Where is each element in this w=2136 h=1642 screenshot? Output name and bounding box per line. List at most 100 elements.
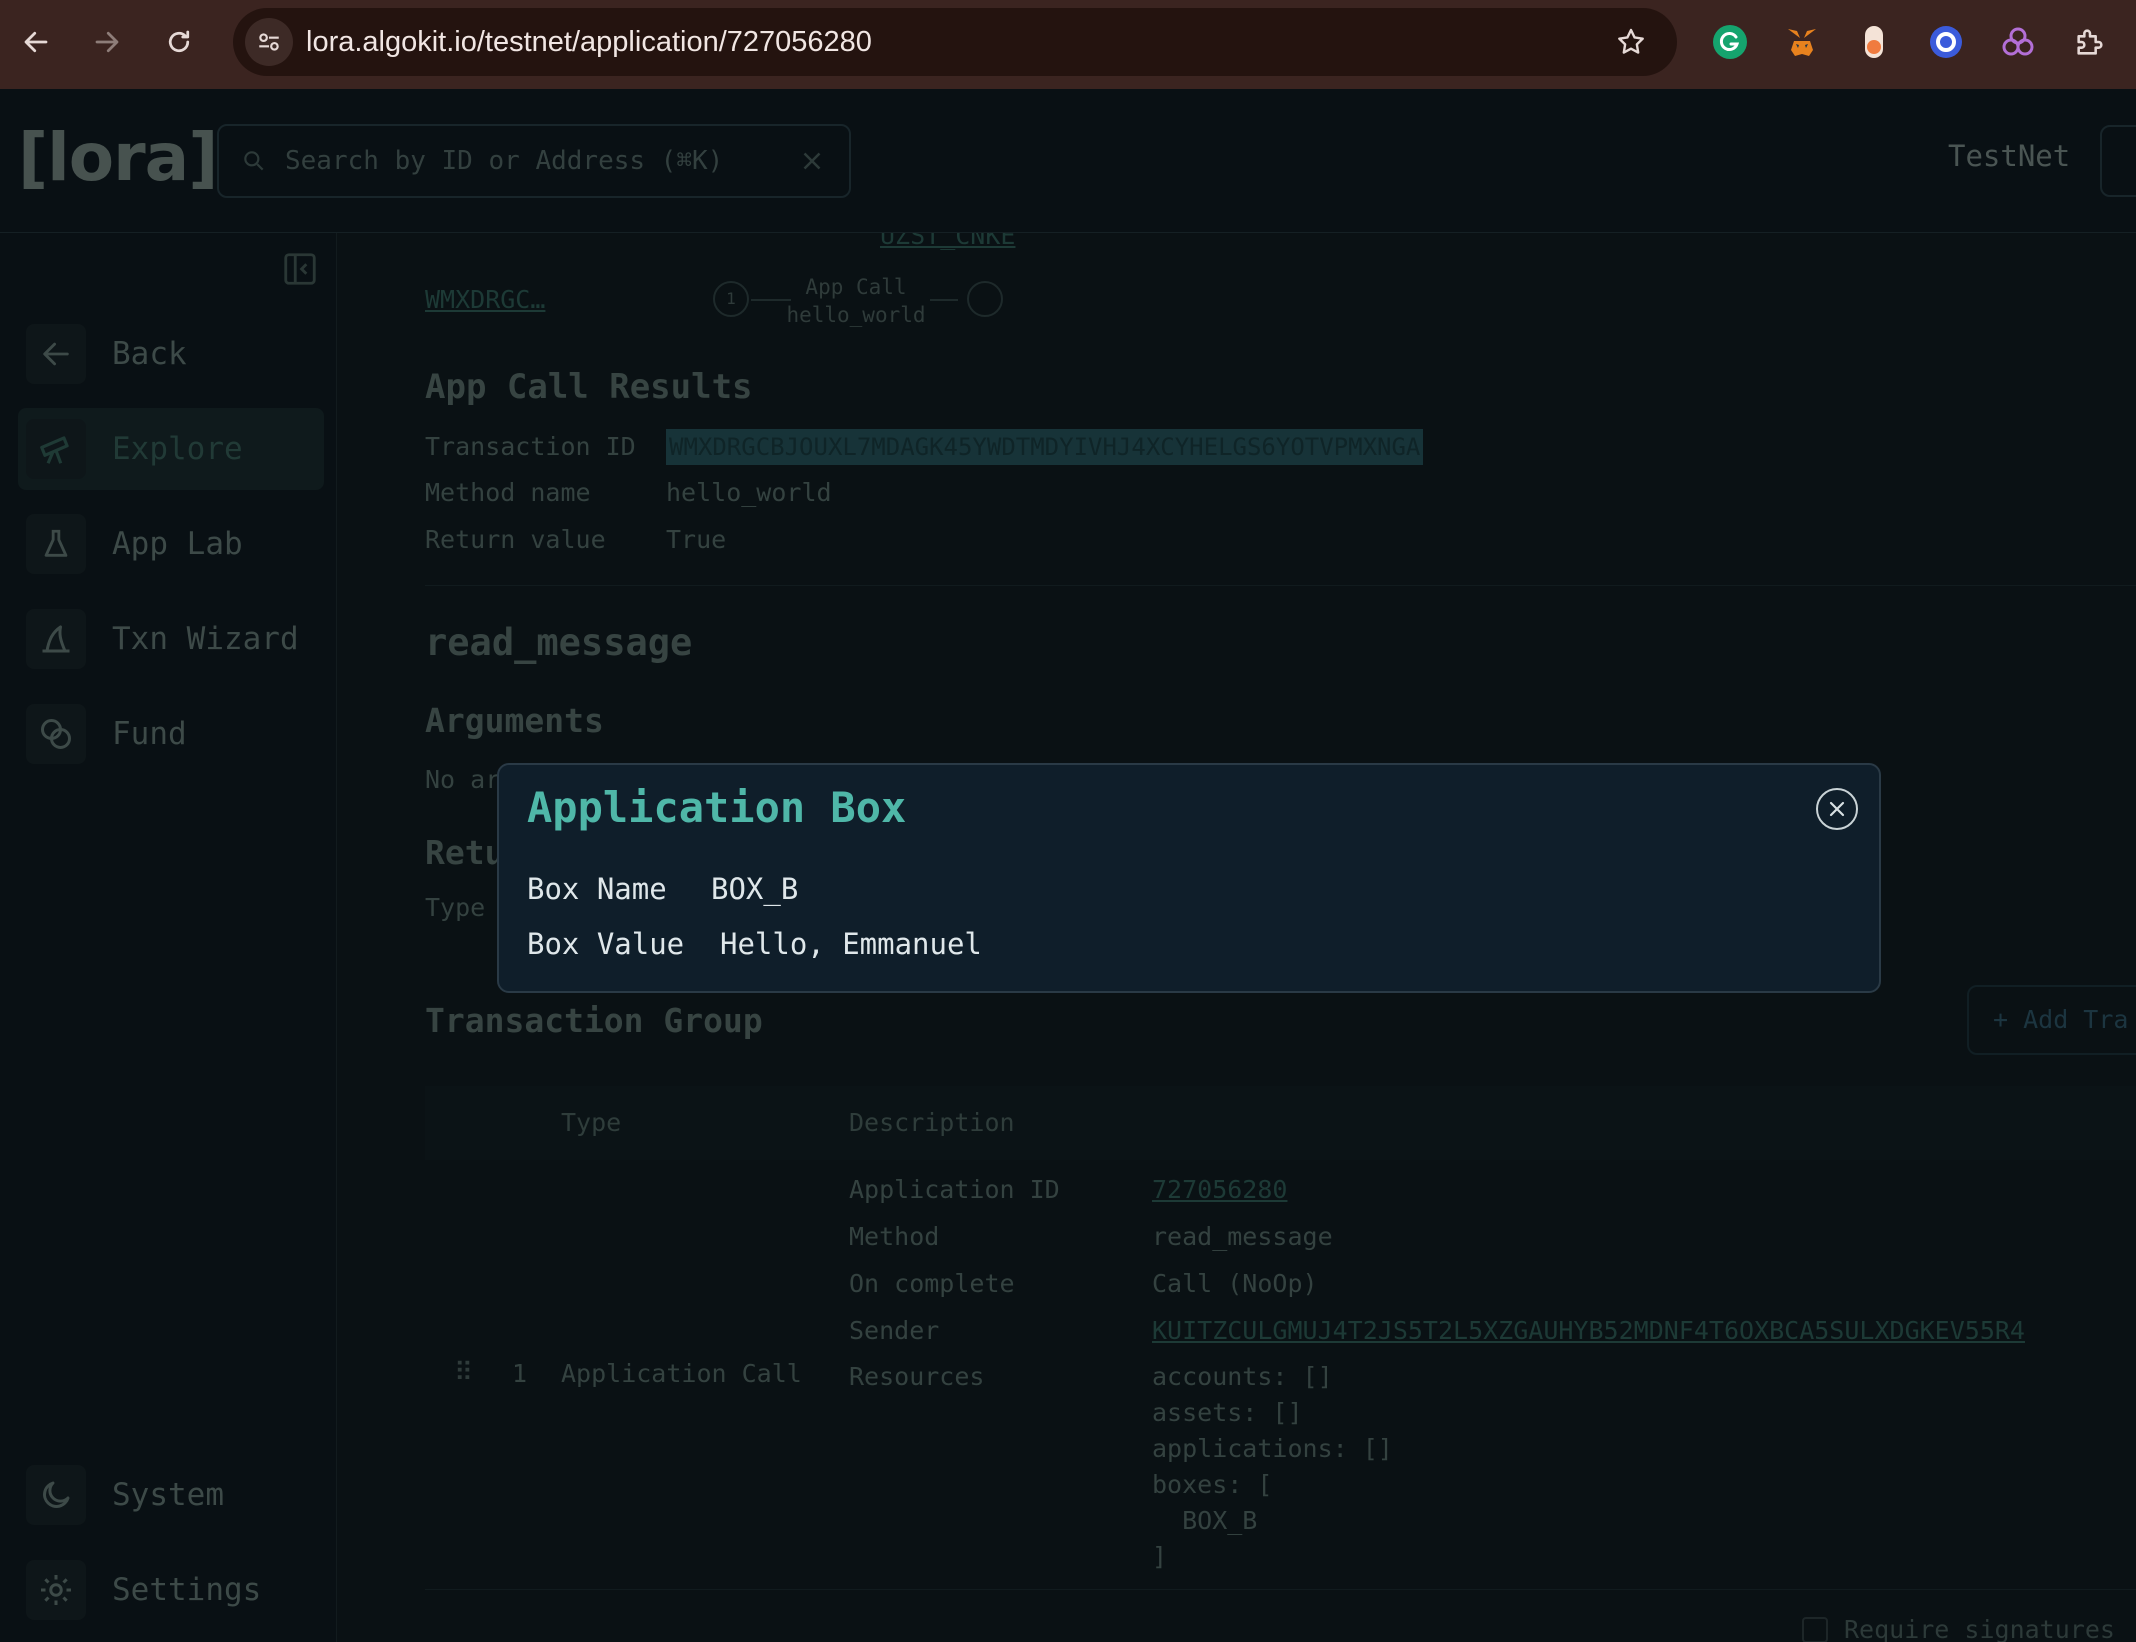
drag-handle-icon[interactable]: ⠿ — [454, 1358, 473, 1388]
sidebar-item-fund[interactable]: Fund — [18, 693, 324, 775]
back-arrow-icon[interactable] — [14, 20, 58, 64]
sidebar-item-label: Explore — [112, 431, 243, 467]
detail-label: Application ID — [849, 1175, 1060, 1204]
sidebar: Back Explore App Lab Txn Wizard Fund Sys… — [0, 233, 337, 1642]
resource-line: assets: [] — [1152, 1398, 1303, 1427]
box-name-label: Box Name — [527, 872, 667, 906]
sidebar-item-app-lab[interactable]: App Lab — [18, 503, 324, 585]
address-bar[interactable]: lora.algokit.io/testnet/application/7270… — [233, 8, 1677, 76]
result-label: Transaction ID — [425, 432, 636, 461]
connect-wallet-button[interactable] — [2100, 125, 2136, 197]
sender-address-link[interactable]: KUITZCULGMUJ4T2JS5T2L5XZGAUHYB52MDNF4T6O… — [1152, 1316, 2025, 1345]
table-header: Type Description — [425, 1086, 2136, 1160]
row-index: 1 — [512, 1359, 528, 1388]
return-value: True — [666, 525, 727, 554]
box-name-value: BOX_B — [711, 872, 799, 906]
url-text[interactable]: lora.algokit.io/testnet/application/7270… — [306, 8, 872, 76]
sidebar-item-system[interactable]: System — [18, 1454, 324, 1536]
row-type: Application Call — [561, 1359, 802, 1388]
returns-text: Type — [425, 893, 486, 922]
app-header: [lora] Search by ID or Address (⌘K) Test… — [0, 89, 2136, 233]
collapse-sidebar-icon[interactable] — [281, 250, 319, 288]
resource-line: accounts: [] — [1152, 1362, 1333, 1391]
column-header: Description — [849, 1108, 1015, 1137]
flask-icon — [26, 514, 86, 574]
require-signatures-label: Require signatures — [1844, 1615, 2115, 1642]
detail-label: On complete — [849, 1269, 1015, 1298]
network-selector[interactable]: TestNet — [1948, 139, 2070, 173]
sidebar-item-label: Back — [112, 336, 187, 372]
search-input[interactable]: Search by ID or Address (⌘K) — [217, 124, 851, 198]
moon-icon — [26, 1465, 86, 1525]
dialog-title: Application Box — [527, 783, 907, 832]
close-icon[interactable] — [1816, 788, 1858, 830]
forward-arrow-icon[interactable] — [85, 20, 129, 64]
sidebar-item-label: Txn Wizard — [112, 621, 299, 657]
graph-edge-label: App Call hello_world — [786, 273, 926, 329]
detail-label: Sender — [849, 1316, 940, 1345]
resource-line: ] — [1152, 1542, 1168, 1571]
triple-ring-extension-icon[interactable] — [1998, 22, 2038, 62]
divider — [425, 1589, 2136, 1590]
circle-extension-icon[interactable] — [1926, 22, 1966, 62]
wizard-hat-icon — [26, 609, 86, 669]
edge-label-line: hello_world — [786, 303, 926, 327]
box-value-value: Hello, Emmanuel — [720, 927, 982, 961]
gear-icon — [26, 1560, 86, 1620]
method-title: read_message — [425, 621, 693, 664]
coins-icon — [26, 704, 86, 764]
arrow-left-icon — [26, 324, 86, 384]
grammarly-extension-icon[interactable] — [1710, 22, 1750, 62]
telescope-icon — [26, 419, 86, 479]
divider — [425, 585, 2136, 586]
account-link[interactable]: UZST_CNKE — [880, 233, 1015, 250]
arguments-text: No ar — [425, 765, 501, 794]
box-reference-link[interactable]: BOX_B — [1152, 1506, 1257, 1535]
column-header: Type — [561, 1108, 622, 1137]
extensions-puzzle-icon[interactable] — [2070, 22, 2110, 62]
reload-icon[interactable] — [157, 20, 201, 64]
sidebar-item-back[interactable]: Back — [18, 313, 324, 395]
box-value-label: Box Value — [527, 927, 685, 961]
sidebar-item-explore[interactable]: Explore — [18, 408, 324, 490]
site-settings-icon[interactable] — [245, 18, 293, 66]
result-label: Method name — [425, 478, 591, 507]
sender-link[interactable]: WMXDRGC… — [425, 285, 545, 314]
add-transaction-button[interactable]: + Add Tra — [1967, 985, 2136, 1055]
bookmark-star-icon[interactable] — [1615, 26, 1647, 58]
returns-title: Retu — [425, 833, 505, 872]
box-name-row: Box Name BOX_B — [527, 872, 798, 906]
browser-toolbar: lora.algokit.io/testnet/application/7270… — [0, 0, 2136, 89]
search-placeholder: Search by ID or Address (⌘K) — [285, 146, 724, 176]
resource-line: applications: [] — [1152, 1434, 1393, 1463]
transaction-id-value[interactable]: WMXDRGCBJOUXL7MDAGK45YWDTMDYIVHJ4XCYHELG… — [666, 429, 1424, 465]
sidebar-item-label: Fund — [112, 716, 187, 752]
detail-value: Call (NoOp) — [1152, 1269, 1318, 1298]
resource-line: boxes: [ — [1152, 1470, 1273, 1499]
results-title: App Call Results — [425, 367, 753, 407]
sidebar-item-txn-wizard[interactable]: Txn Wizard — [18, 598, 324, 680]
detail-label: Resources — [849, 1362, 985, 1391]
detail-value: read_message — [1152, 1222, 1333, 1251]
application-box-dialog: Application Box Box Name BOX_B Box Value H… — [497, 763, 1881, 993]
graph-edge — [751, 299, 791, 301]
metamask-extension-icon[interactable] — [1782, 22, 1822, 62]
graph-edge — [930, 299, 958, 301]
result-label: Return value — [425, 525, 606, 554]
require-signatures-checkbox[interactable] — [1802, 1617, 1828, 1642]
sidebar-item-label: System — [112, 1477, 224, 1513]
application-id-link[interactable]: 727056280 — [1152, 1175, 1287, 1204]
edge-label-line: App Call — [805, 275, 907, 299]
sidebar-item-label: Settings — [112, 1572, 262, 1608]
sidebar-item-settings[interactable]: Settings — [18, 1549, 324, 1631]
clear-icon[interactable] — [797, 146, 827, 176]
method-name-value: hello_world — [666, 478, 832, 507]
sidebar-item-label: App Lab — [112, 526, 243, 562]
search-icon — [244, 151, 264, 171]
group-title: Transaction Group — [425, 1001, 763, 1040]
graph-node: 1 — [713, 281, 749, 317]
graph-node — [967, 281, 1003, 317]
toggle-extension-icon[interactable] — [1854, 22, 1894, 62]
lora-logo[interactable]: [lora] — [18, 119, 218, 196]
detail-label: Method — [849, 1222, 940, 1251]
